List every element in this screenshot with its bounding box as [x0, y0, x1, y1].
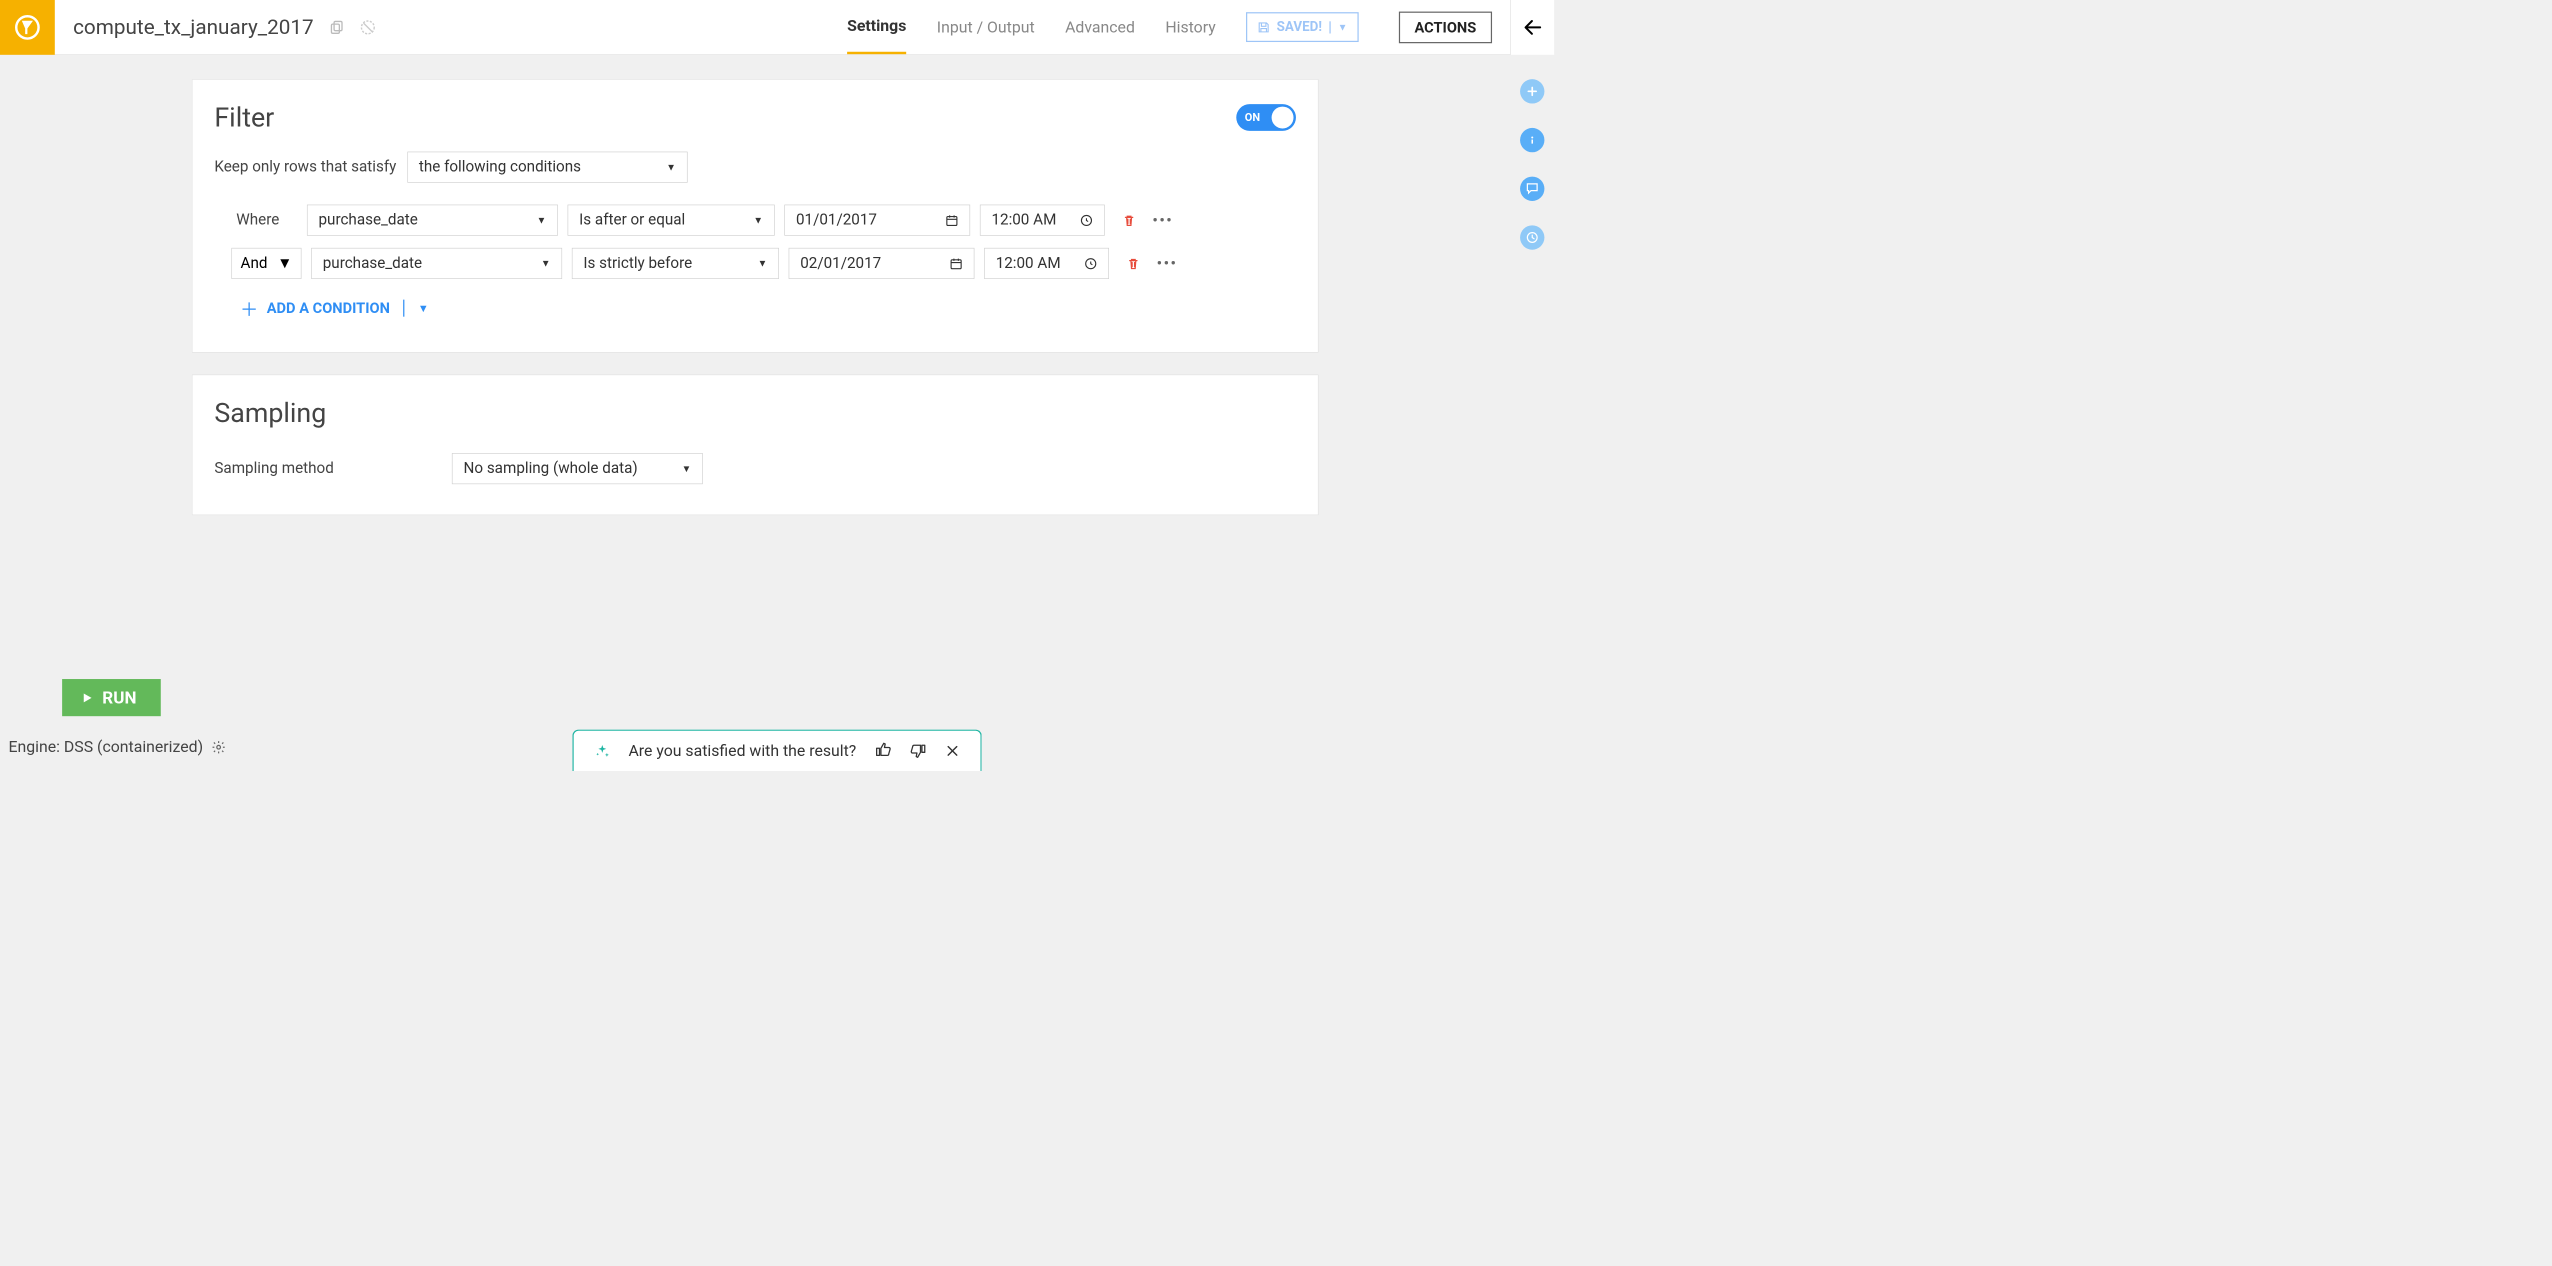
sampling-method-select[interactable]: No sampling (whole data) ▼	[452, 453, 703, 484]
recipe-logo[interactable]	[0, 0, 55, 55]
calendar-icon	[949, 257, 962, 270]
filter-panel: Filter ON Keep only rows that satisfy th…	[192, 79, 1319, 352]
rail-clock-icon[interactable]	[1520, 225, 1544, 249]
chevron-down-icon: ▼	[277, 255, 292, 273]
history-icon[interactable]	[359, 18, 377, 36]
time-input[interactable]: 12:00 AM	[984, 248, 1109, 279]
saved-button[interactable]: SAVED! ▼	[1246, 12, 1358, 42]
sampling-panel: Sampling Sampling method No sampling (wh…	[192, 375, 1319, 516]
clock-icon	[1084, 257, 1097, 270]
back-arrow-icon[interactable]	[1510, 0, 1554, 55]
close-icon[interactable]	[945, 744, 960, 759]
add-condition-button[interactable]: ＋ ADD A CONDITION ▼	[236, 295, 1296, 322]
engine-status: Engine: DSS (containerized)	[9, 738, 227, 756]
run-button[interactable]: RUN	[62, 679, 161, 716]
rail-chat-icon[interactable]	[1520, 177, 1544, 201]
sparkle-icon	[594, 743, 610, 759]
rail-info-icon[interactable]	[1520, 128, 1544, 152]
more-icon[interactable]: •••	[1152, 210, 1173, 230]
sampling-title: Sampling	[214, 397, 1296, 429]
gear-icon[interactable]	[212, 740, 227, 755]
clock-icon	[1080, 213, 1093, 226]
operator-select[interactable]: Is after or equal ▼	[568, 205, 775, 236]
chevron-down-icon: ▼	[753, 214, 763, 226]
toggle-knob	[1272, 107, 1294, 129]
date-input[interactable]: 01/01/2017	[784, 205, 970, 236]
more-icon[interactable]: •••	[1156, 253, 1177, 273]
page-title: compute_tx_january_2017	[73, 15, 314, 39]
column-select[interactable]: purchase_date ▼	[307, 205, 558, 236]
chevron-down-icon: ▼	[541, 257, 551, 269]
saved-dropdown-icon[interactable]: ▼	[1329, 21, 1347, 33]
tab-advanced[interactable]: Advanced	[1065, 0, 1135, 54]
chevron-down-icon[interactable]: ▼	[418, 302, 429, 315]
delete-icon[interactable]	[1122, 213, 1137, 228]
column-select[interactable]: purchase_date ▼	[311, 248, 562, 279]
play-icon	[80, 691, 93, 704]
calendar-icon	[945, 213, 958, 226]
operator-select[interactable]: Is strictly before ▼	[572, 248, 779, 279]
condition-row: And ▼ purchase_date ▼ Is strictly before…	[236, 248, 1296, 279]
filter-mode-select[interactable]: the following conditions ▼	[407, 152, 687, 183]
chevron-down-icon: ▼	[666, 161, 676, 173]
actions-button[interactable]: ACTIONS	[1399, 11, 1492, 43]
thumbum-up-icon[interactable]	[875, 741, 892, 758]
tab-input-output[interactable]: Input / Output	[937, 0, 1035, 54]
filter-toggle[interactable]: ON	[1236, 104, 1296, 131]
rail-add-icon[interactable]	[1520, 79, 1544, 103]
tab-settings[interactable]: Settings	[847, 0, 906, 54]
filter-title: Filter	[214, 102, 274, 134]
chevron-down-icon: ▼	[537, 214, 547, 226]
thumb-down-icon[interactable]	[910, 742, 927, 759]
feedback-bar: Are you satisfied with the result?	[572, 730, 981, 771]
time-input[interactable]: 12:00 AM	[980, 205, 1105, 236]
copy-icon[interactable]	[328, 18, 346, 36]
tab-history[interactable]: History	[1165, 0, 1215, 54]
condition-row: Where purchase_date ▼ Is after or equal …	[236, 205, 1296, 236]
delete-icon[interactable]	[1126, 256, 1141, 271]
logic-select[interactable]: And ▼	[231, 248, 301, 279]
plus-icon: ＋	[240, 295, 258, 322]
chevron-down-icon: ▼	[682, 463, 692, 475]
chevron-down-icon: ▼	[758, 257, 768, 269]
date-input[interactable]: 02/01/2017	[789, 248, 975, 279]
